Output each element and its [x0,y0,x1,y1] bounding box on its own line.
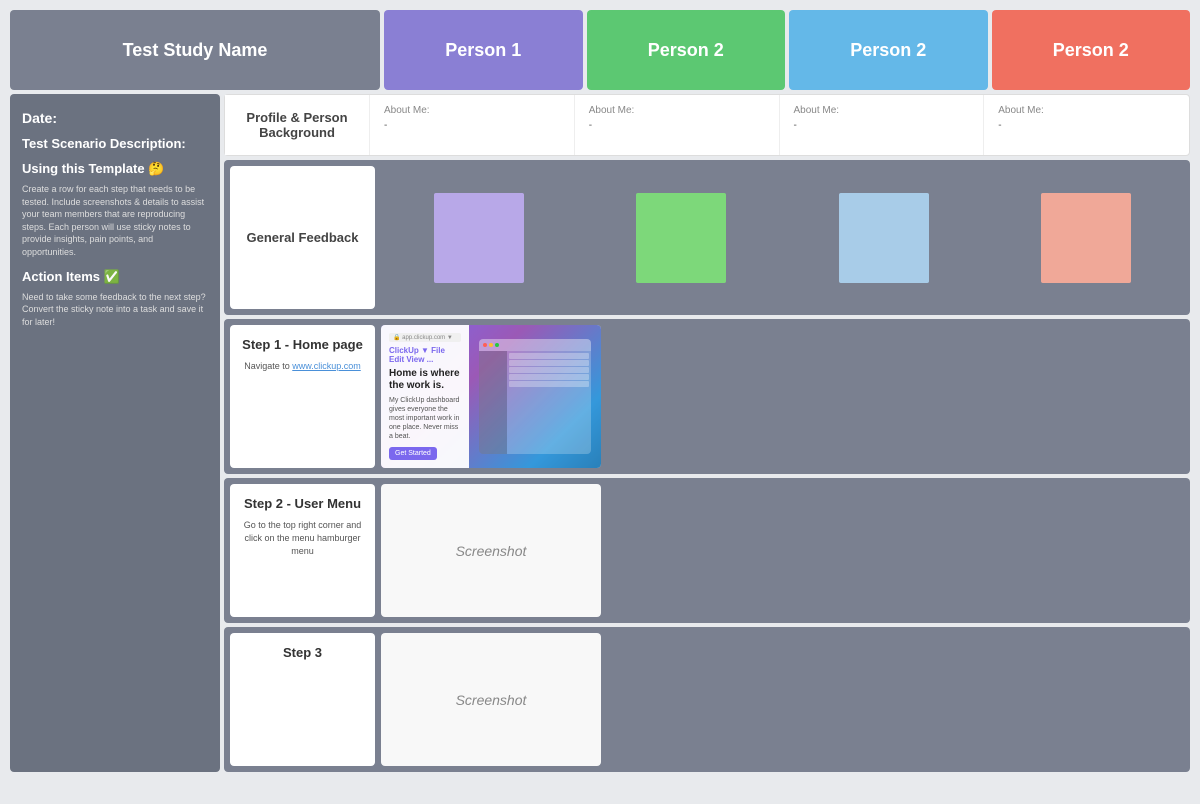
sticky-col-2 [583,166,779,309]
study-name-header: Test Study Name [10,10,380,90]
screenshot-placeholder-3: Screenshot [456,692,527,708]
step1-info: Step 1 - Home page Navigate to www.click… [230,325,375,468]
profile-row: Profile & Person Background About Me: - … [224,94,1190,156]
step3-row: Step 3 Screenshot [224,627,1190,772]
step1-title: Step 1 - Home page [242,337,363,352]
profile-cell-3: About Me: - [784,95,985,155]
step2-row: Step 2 - User Menu Go to the top right c… [224,478,1190,623]
sticky-col-1 [381,166,577,309]
step1-empty-2 [753,325,893,468]
header-row: Test Study Name Person 1 Person 2 Person… [10,10,1190,90]
step3-empty-4 [1044,633,1184,766]
step1-screenshot: 🔒 app.clickup.com ▼ ClickUp ▼ File Edit … [381,325,601,468]
step3-title: Step 3 [283,645,322,660]
step2-body: Go to the top right corner and click on … [240,519,365,557]
date-label: Date: [22,110,208,126]
clickup-link[interactable]: www.clickup.com [292,361,361,371]
sticky-col-4 [988,166,1184,309]
step3-empty-3 [899,633,1039,766]
step2-empty-1 [607,484,747,617]
action-label: Action Items ✅ [22,269,208,285]
step2-screenshot: Screenshot [381,484,601,617]
clickup-left-panel: 🔒 app.clickup.com ▼ ClickUp ▼ File Edit … [381,325,469,468]
sticky-note-salmon [1041,193,1131,283]
clickup-mock: 🔒 app.clickup.com ▼ ClickUp ▼ File Edit … [381,325,601,468]
dot-yellow [489,343,493,347]
step1-empty-1 [607,325,747,468]
person2b-header: Person 2 [789,10,988,90]
person2a-header: Person 2 [587,10,786,90]
app-sidebar-mock [479,351,507,454]
app-window-mock [479,339,591,454]
app-row-2 [509,360,589,366]
clickup-logo: ClickUp ▼ File Edit View ... [389,346,461,364]
sticky-note-purple [434,193,524,283]
profile-cell-1: About Me: - [374,95,575,155]
step1-empty-4 [1044,325,1184,468]
clickup-url-bar: 🔒 app.clickup.com ▼ [389,333,461,342]
step2-info: Step 2 - User Menu Go to the top right c… [230,484,375,617]
feedback-row: General Feedback [224,160,1190,315]
action-body: Need to take some feedback to the next s… [22,291,208,329]
screenshot-placeholder-2: Screenshot [456,543,527,559]
main-container: Date: Test Scenario Description: Using t… [10,94,1190,772]
dot-red [483,343,487,347]
profile-label: Profile & Person Background [225,95,370,155]
step2-empty-3 [899,484,1039,617]
screenshot-content-2: Screenshot [381,484,601,617]
person1-header: Person 1 [384,10,583,90]
app-row-3 [509,367,589,373]
app-row-1 [509,353,589,359]
step2-empty-4 [1044,484,1184,617]
clickup-cta-btn: Get Started [389,447,437,460]
person2c-header: Person 2 [992,10,1191,90]
step3-info: Step 3 [230,633,375,766]
step3-screenshot: Screenshot [381,633,601,766]
feedback-label: General Feedback [230,166,375,309]
clickup-subtext: My ClickUp dashboard gives everyone the … [389,396,461,441]
step3-empty-2 [753,633,893,766]
clickup-headline: Home is where the work is. [389,368,461,392]
template-title: Using this Template 🤔 [22,161,208,177]
profile-cell-4: About Me: - [988,95,1189,155]
scenario-label: Test Scenario Description: [22,136,208,151]
app-row-5 [509,381,589,387]
clickup-right-panel [469,325,601,468]
dot-green [495,343,499,347]
sticky-col-3 [786,166,982,309]
step1-body: Navigate to www.clickup.com [244,360,361,373]
step2-title: Step 2 - User Menu [244,496,361,511]
template-body: Create a row for each step that needs to… [22,183,208,259]
profile-cell-2: About Me: - [579,95,780,155]
app-main-mock [507,351,591,454]
right-content: Profile & Person Background About Me: - … [224,94,1190,772]
app-topbar [479,339,591,351]
app-content [479,351,591,454]
app-row-4 [509,374,589,380]
step1-row: Step 1 - Home page Navigate to www.click… [224,319,1190,474]
step3-empty-1 [607,633,747,766]
step1-empty-3 [899,325,1039,468]
step2-empty-2 [753,484,893,617]
sticky-note-green [636,193,726,283]
screenshot-content-3: Screenshot [381,633,601,766]
sidebar: Date: Test Scenario Description: Using t… [10,94,220,772]
sticky-note-blue [839,193,929,283]
